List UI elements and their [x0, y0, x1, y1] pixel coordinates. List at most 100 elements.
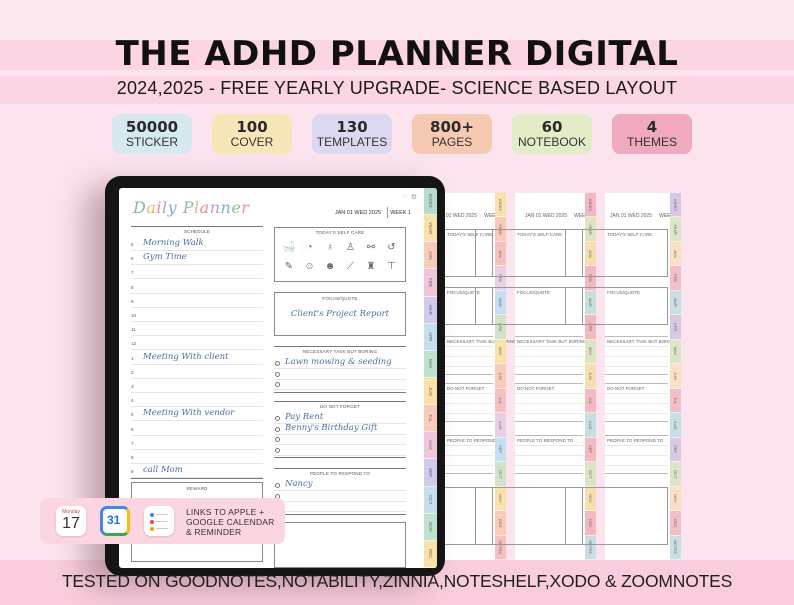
bg-tab-oct[interactable]: OCT — [670, 462, 681, 487]
schedule-entry[interactable]: call Mom — [143, 465, 183, 475]
schedule-row-line — [131, 448, 263, 450]
bg-tab-sep[interactable]: SEP — [585, 437, 596, 463]
schedule-row-line — [131, 335, 263, 337]
bg-row-line — [515, 366, 583, 367]
bg-tab-may[interactable]: MAY — [585, 339, 596, 365]
bg-section-bottom — [445, 421, 493, 422]
schedule-hour: 5 — [131, 242, 134, 247]
bg-tab-jan[interactable]: JAN — [670, 241, 681, 267]
bg-tab-jul[interactable]: JUL — [585, 388, 596, 414]
tab-sep[interactable]: SEP — [424, 459, 437, 487]
tab-jul[interactable]: JUL — [424, 405, 437, 433]
bg-tab-feb[interactable]: FEB — [670, 266, 681, 291]
schedule-row-line — [131, 363, 263, 365]
bg-section-rule — [515, 336, 583, 337]
bg-tab-notes[interactable]: NOTES — [670, 535, 681, 561]
schedule-entry[interactable]: Gym Time — [143, 252, 187, 262]
checkbox-circle[interactable] — [275, 371, 280, 377]
apple-calendar-date: 17 — [62, 515, 80, 532]
bg-tab-sep[interactable]: SEP — [495, 437, 506, 463]
tab-feb[interactable]: FEB — [424, 269, 437, 297]
dumbbell-icon[interactable]: ⚯ — [363, 242, 379, 253]
lotion-icon[interactable]: ♜ — [363, 261, 379, 272]
checklist-item[interactable]: Lawn mowing & seeding — [285, 357, 392, 367]
checklist-item[interactable]: Benny's Birthday Gift — [285, 423, 377, 433]
tab-oct[interactable]: OCT — [424, 486, 437, 514]
bg-tab-jun[interactable]: JUN — [670, 364, 681, 389]
schedule-hour: 5 — [131, 412, 134, 418]
bg-tab-index[interactable]: INDEX — [670, 193, 681, 218]
apple-icon[interactable]: ◌ — [403, 193, 407, 200]
sleep-mask-icon[interactable]: ◔ — [302, 242, 318, 253]
tab-apr[interactable]: APR — [424, 323, 437, 351]
settings-icon[interactable]: ⚙ — [411, 193, 417, 201]
badge-number: 100 — [236, 118, 268, 136]
bg-tab-index[interactable]: INDEX — [585, 193, 596, 218]
tab-index[interactable]: INDEX — [424, 188, 437, 216]
bg-tab-aug[interactable]: AUG — [495, 413, 506, 438]
tab-may[interactable]: MAY — [424, 350, 437, 378]
bg-tab-jul[interactable]: JUL — [495, 388, 506, 414]
bg-tab-dec[interactable]: DEC — [670, 511, 681, 536]
schedule-entry[interactable]: Morning Walk — [143, 238, 204, 248]
nail-file-icon[interactable]: ✎ — [281, 261, 297, 272]
people-heading: PEOPLE TO RESPOND TO — [309, 471, 371, 476]
bg-page-date: JAN 01 WED 2025 — [525, 213, 567, 219]
do_not_forget-bottom-rule — [274, 457, 406, 458]
reminder-dot — [150, 513, 154, 517]
schedule-hour: 3 — [131, 384, 134, 389]
meditation-icon[interactable]: ♙ — [343, 242, 359, 253]
bg-tab-may[interactable]: MAY — [495, 339, 506, 365]
checkbox-circle[interactable] — [275, 483, 280, 488]
tab-jan[interactable]: JAN — [424, 242, 437, 270]
focus-text[interactable]: Client's Project Report — [275, 309, 405, 319]
tab-mar[interactable]: MAR — [424, 296, 437, 324]
bg-row-line — [515, 465, 583, 466]
bg-tab-jul[interactable]: JUL — [670, 388, 681, 414]
shower-icon[interactable]: ↺ — [384, 242, 400, 253]
checklist-item[interactable]: Pay Rent — [285, 412, 323, 422]
bg-tab-aug[interactable]: AUG — [670, 413, 681, 438]
self-care-box: TODAY'S SELF CARE 🛁 ◔ ♁ ♙ ⚯ ↺ ✎ ☺ ☻ ⟋ ♜ ⊤ — [274, 227, 406, 282]
toothbrush-icon[interactable]: ⟋ — [343, 261, 359, 272]
bg-tab-oct[interactable]: OCT — [495, 462, 506, 487]
bg-tab-apr[interactable]: APR — [670, 315, 681, 340]
checkbox-circle[interactable] — [275, 361, 280, 366]
badge-label: COVER — [230, 135, 274, 149]
schedule-entry[interactable]: Meeting With client — [143, 352, 229, 362]
notes-box[interactable] — [274, 522, 406, 568]
checkbox-circle[interactable] — [275, 416, 280, 421]
bathtub-icon[interactable]: 🛁 — [281, 242, 297, 253]
badge-templates: 130 TEMPLATES — [312, 114, 392, 154]
tab-nov[interactable]: NOV — [424, 513, 437, 541]
checkbox-circle[interactable] — [275, 382, 280, 387]
tab-jun[interactable]: JUN — [424, 377, 437, 406]
checkbox-circle[interactable] — [275, 426, 280, 432]
bg-tab-year[interactable]: YEAR — [670, 217, 681, 242]
checklist-item[interactable]: Nancy — [285, 479, 313, 489]
bg-tab-may[interactable]: MAY — [670, 339, 681, 365]
tab-aug[interactable]: AUG — [424, 432, 437, 460]
tab-dec[interactable]: DEC — [424, 540, 437, 568]
bg-tab-mar[interactable]: MAR — [670, 290, 681, 316]
checkbox-circle[interactable] — [275, 437, 280, 442]
bg-tab-aug[interactable]: AUG — [585, 413, 596, 438]
reminder-line — [156, 514, 168, 515]
bg-tab-sep[interactable]: SEP — [670, 437, 681, 463]
bg-reward-box — [565, 487, 668, 545]
face-mask-icon[interactable]: ☺ — [302, 261, 318, 272]
schedule-entry[interactable]: Meeting With vendor — [143, 408, 234, 418]
schedule-heading: SCHEDULE — [183, 229, 211, 234]
bg-tab-nov[interactable]: NOV — [670, 486, 681, 512]
face-care-icon[interactable]: ☻ — [322, 261, 338, 272]
bg-tab-jun[interactable]: JUN — [495, 364, 506, 389]
bg-section-heading: DO NOT FORGET — [447, 386, 485, 391]
checkbox-circle[interactable] — [275, 447, 280, 453]
checklist-line — [274, 368, 406, 369]
bg-tab-jun[interactable]: JUN — [585, 364, 596, 389]
tab-year[interactable]: YEAR — [424, 215, 437, 243]
bg-tab-oct[interactable]: OCT — [585, 462, 596, 487]
balloon-icon[interactable]: ♁ — [322, 242, 338, 253]
razor-icon[interactable]: ⊤ — [384, 261, 400, 272]
bg-tab-index[interactable]: INDEX — [495, 193, 506, 218]
